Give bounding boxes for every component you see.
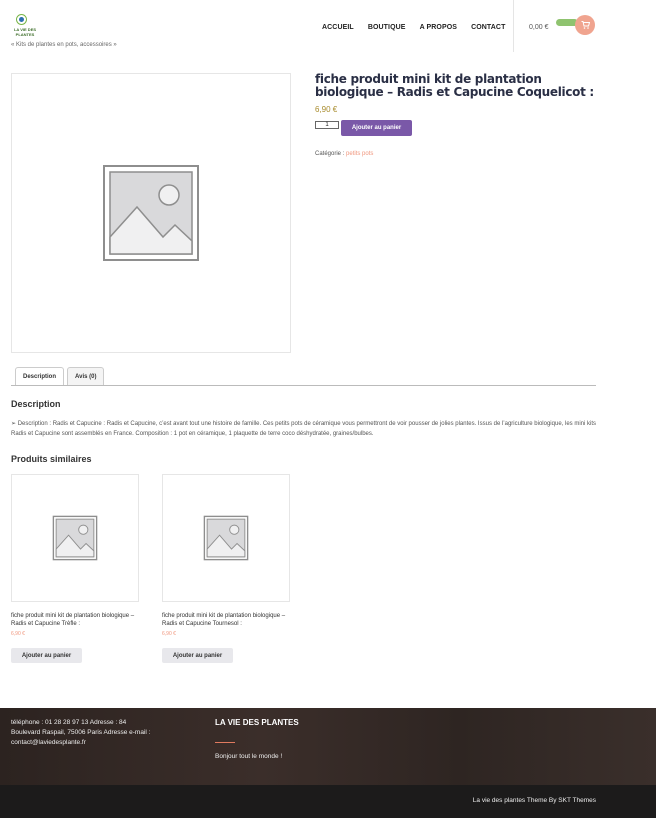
copyright-bar: La vie des plantes Theme By SKT Themes bbox=[0, 785, 656, 818]
related-product-image[interactable] bbox=[162, 474, 290, 602]
nav-item-a-propos[interactable]: A PROPOS bbox=[420, 24, 458, 31]
tab-divider bbox=[11, 385, 596, 386]
nav-item-contact[interactable]: CONTACT bbox=[471, 24, 505, 31]
logo-dot-icon bbox=[19, 17, 24, 22]
tab-description[interactable]: Description bbox=[15, 367, 65, 386]
description-heading: Description bbox=[11, 399, 61, 409]
image-placeholder-icon bbox=[203, 515, 249, 561]
nav-item-boutique[interactable]: BOUTIQUE bbox=[368, 24, 406, 31]
product-price: 6,90 € bbox=[315, 105, 338, 114]
nav-item-accueil[interactable]: ACCUEIL bbox=[322, 24, 354, 31]
logo-text: LA VIE DES PLANTES bbox=[13, 27, 37, 37]
cart-total[interactable]: 0,00 € bbox=[529, 24, 548, 31]
related-product-card: fiche produit mini kit de plantation bio… bbox=[162, 474, 291, 663]
tab-reviews[interactable]: Avis (0) bbox=[67, 367, 105, 386]
header-divider bbox=[513, 0, 514, 52]
footer-recent-post-link[interactable]: Bonjour tout le monde ! bbox=[215, 753, 282, 760]
site-tagline: « Kits de plantes en pots, accessoires » bbox=[11, 42, 117, 48]
related-add-to-cart-button[interactable]: Ajouter au panier bbox=[162, 648, 233, 663]
theme-credit[interactable]: La vie des plantes Theme By SKT Themes bbox=[473, 797, 596, 804]
footer-brand-title: LA VIE DES PLANTES bbox=[215, 718, 299, 727]
site-logo[interactable]: LA VIE DES PLANTES bbox=[10, 14, 36, 38]
related-product-price: 6,90 € bbox=[162, 631, 176, 637]
category-label: Catégorie : bbox=[315, 151, 345, 157]
image-placeholder-icon bbox=[103, 165, 199, 261]
related-product-title[interactable]: fiche produit mini kit de plantation bio… bbox=[162, 612, 291, 628]
cart-icon bbox=[581, 21, 590, 29]
product-title: fiche produit mini kit de plantation bio… bbox=[315, 72, 594, 99]
product-tabs: Description Avis (0) bbox=[15, 367, 105, 386]
related-product-card: fiche produit mini kit de plantation bio… bbox=[11, 474, 140, 663]
add-to-cart-button[interactable]: Ajouter au panier bbox=[341, 120, 412, 136]
site-footer: téléphone : 01 28 28 97 13 Adresse : 84 … bbox=[0, 708, 656, 785]
product-category: Catégorie : petits pots bbox=[315, 151, 373, 157]
footer-contact: téléphone : 01 28 28 97 13 Adresse : 84 … bbox=[11, 719, 151, 746]
main-nav: ACCUEIL BOUTIQUE A PROPOS CONTACT bbox=[322, 24, 505, 31]
description-text: ➢ Description : Radis et Capucine : Radi… bbox=[11, 421, 596, 437]
related-heading: Produits similaires bbox=[11, 454, 92, 464]
related-product-image[interactable] bbox=[11, 474, 139, 602]
category-link[interactable]: petits pots bbox=[346, 151, 373, 157]
related-product-title[interactable]: fiche produit mini kit de plantation bio… bbox=[11, 612, 140, 628]
quantity-input[interactable]: 1 bbox=[315, 121, 339, 129]
related-add-to-cart-button[interactable]: Ajouter au panier bbox=[11, 648, 82, 663]
footer-divider bbox=[215, 742, 235, 743]
image-placeholder-icon bbox=[52, 515, 98, 561]
related-product-price: 6,90 € bbox=[11, 631, 25, 637]
product-image[interactable] bbox=[11, 73, 291, 353]
cart-button[interactable] bbox=[575, 15, 595, 35]
